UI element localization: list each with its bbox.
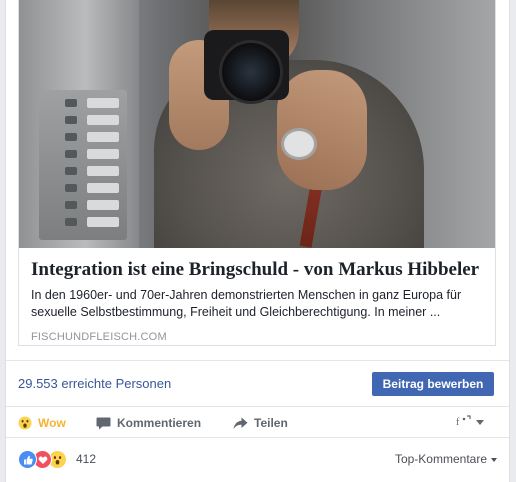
wow-icon bbox=[18, 416, 32, 430]
link-domain: FISCHUNDFLEISCH.COM bbox=[31, 331, 167, 343]
image-elevator-panel bbox=[39, 90, 127, 240]
reactions-summary: 412 Top-Kommentare bbox=[6, 438, 509, 482]
boost-post-button[interactable]: Beitrag bewerben bbox=[372, 372, 494, 396]
share-button[interactable]: Teilen bbox=[233, 414, 288, 432]
post-card: Integration ist eine Bringschuld - von M… bbox=[5, 0, 510, 482]
comment-icon bbox=[96, 416, 111, 430]
link-description: In den 1960er- und 70er-Jahren demonstri… bbox=[31, 288, 462, 319]
image-camera-lens bbox=[219, 40, 283, 104]
link-title[interactable]: Integration ist eine Bringschuld - von M… bbox=[31, 258, 487, 282]
post-insights-bar: 29.553 erreichte Personen Beitrag bewerb… bbox=[6, 360, 509, 407]
share-arrow-icon bbox=[233, 417, 248, 430]
reaction-count[interactable]: 412 bbox=[76, 452, 96, 466]
reaction-selector-button[interactable]: f bbox=[456, 415, 484, 430]
comment-button[interactable]: Kommentieren bbox=[96, 414, 201, 432]
wow-label: Wow bbox=[38, 416, 66, 430]
comment-sort-label: Top-Kommentare bbox=[394, 452, 487, 466]
chevron-down-icon bbox=[476, 420, 484, 425]
reaction-icons[interactable] bbox=[18, 450, 67, 469]
comment-sort-dropdown[interactable]: Top-Kommentare bbox=[395, 452, 497, 466]
image-elevator-wall bbox=[19, 0, 139, 248]
link-preview-image[interactable] bbox=[19, 0, 495, 248]
chevron-down-icon bbox=[491, 457, 497, 462]
link-preview-meta[interactable]: Integration ist eine Bringschuld - von M… bbox=[31, 258, 487, 343]
share-label: Teilen bbox=[254, 416, 288, 430]
image-wristwatch bbox=[281, 128, 317, 160]
reach-count-link[interactable]: 29.553 erreichte Personen bbox=[18, 376, 171, 391]
post-actions-bar: Wow Kommentieren Teilen f bbox=[6, 406, 509, 438]
svg-text:f: f bbox=[456, 417, 460, 427]
link-preview-card[interactable]: Integration ist eine Bringschuld - von M… bbox=[18, 0, 496, 346]
wow-reaction-button[interactable]: Wow bbox=[18, 414, 66, 432]
comment-label: Kommentieren bbox=[117, 416, 202, 430]
page-avatar-icon: f bbox=[456, 415, 472, 430]
like-icon bbox=[18, 450, 37, 469]
